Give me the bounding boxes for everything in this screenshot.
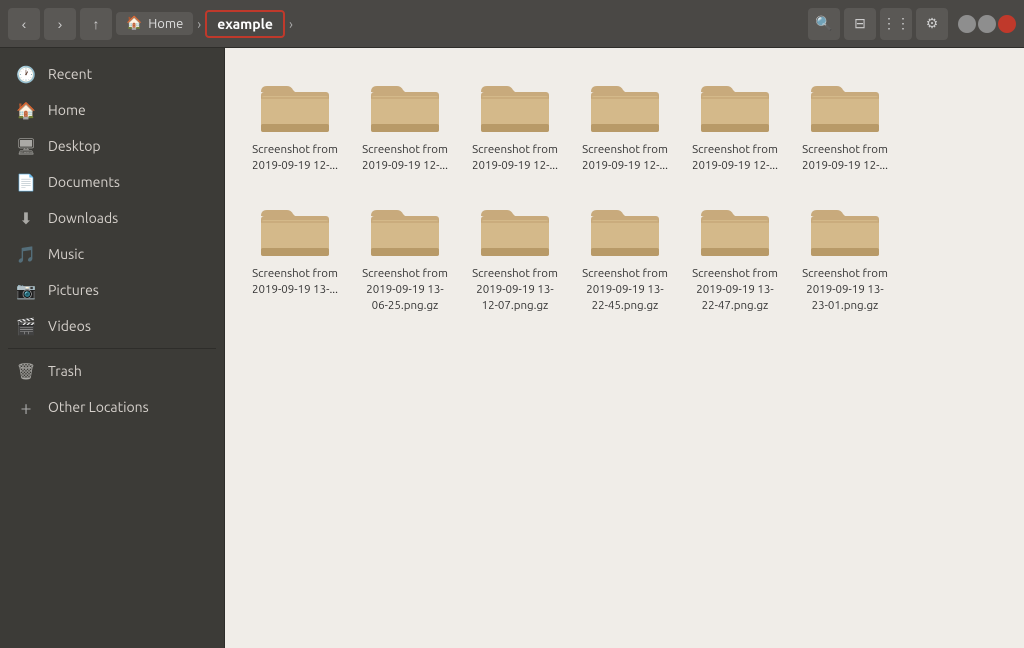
search-button[interactable]: 🔍: [808, 8, 840, 40]
toolbar-right: 🔍 ⊟ ⋮⋮ ⚙: [808, 8, 1016, 40]
sidebar: 🕐 Recent 🏠 Home 🖥 Desktop 📄 Documents ⬇ …: [0, 48, 225, 648]
file-item[interactable]: Screenshot from 2019-09-19 12-...: [355, 68, 455, 182]
breadcrumb-end-arrow: ›: [289, 16, 293, 32]
file-label: Screenshot from 2019-09-19 13-...: [249, 266, 341, 298]
documents-icon: 📄: [16, 172, 36, 192]
maximize-button[interactable]: [978, 15, 996, 33]
file-area[interactable]: Screenshot from 2019-09-19 12-... Screen…: [225, 48, 1024, 648]
view-list-button[interactable]: ⊟: [844, 8, 876, 40]
sidebar-item-pictures[interactable]: 📷 Pictures: [0, 272, 224, 308]
file-item[interactable]: Screenshot from 2019-09-19 13-22-45.png.…: [575, 192, 675, 322]
file-grid: Screenshot from 2019-09-19 12-... Screen…: [245, 68, 1004, 322]
minimize-button[interactable]: [958, 15, 976, 33]
sidebar-label-recent: Recent: [48, 66, 92, 82]
file-item[interactable]: Screenshot from 2019-09-19 13-22-47.png.…: [685, 192, 785, 322]
videos-icon: 🎬: [16, 316, 36, 336]
other-locations-icon: +: [16, 397, 36, 417]
view-grid-button[interactable]: ⋮⋮: [880, 8, 912, 40]
file-item[interactable]: Screenshot from 2019-09-19 12-...: [245, 68, 345, 182]
folder-icon: [259, 76, 331, 136]
breadcrumb-current[interactable]: example: [205, 10, 285, 38]
file-label: Screenshot from 2019-09-19 12-...: [799, 142, 891, 174]
sidebar-label-documents: Documents: [48, 174, 120, 190]
sidebar-item-other-locations[interactable]: + Other Locations: [0, 389, 224, 425]
back-button[interactable]: ‹: [8, 8, 40, 40]
sidebar-item-music[interactable]: 🎵 Music: [0, 236, 224, 272]
breadcrumb-home[interactable]: 🏠 Home: [116, 12, 193, 35]
file-item[interactable]: Screenshot from 2019-09-19 13-12-07.png.…: [465, 192, 565, 322]
recent-icon: 🕐: [16, 64, 36, 84]
sidebar-label-home: Home: [48, 102, 86, 118]
folder-icon: [479, 200, 551, 260]
file-label: Screenshot from 2019-09-19 12-...: [469, 142, 561, 174]
back-icon: ‹: [22, 16, 27, 32]
sidebar-label-pictures: Pictures: [48, 282, 99, 298]
file-item[interactable]: Screenshot from 2019-09-19 13-...: [245, 192, 345, 322]
sidebar-item-recent[interactable]: 🕐 Recent: [0, 56, 224, 92]
folder-icon: [259, 200, 331, 260]
file-label: Screenshot from 2019-09-19 12-...: [359, 142, 451, 174]
sidebar-item-videos[interactable]: 🎬 Videos: [0, 308, 224, 344]
folder-icon: [479, 76, 551, 136]
file-item[interactable]: Screenshot from 2019-09-19 13-23-01.png.…: [795, 192, 895, 322]
sidebar-item-documents[interactable]: 📄 Documents: [0, 164, 224, 200]
sidebar-label-other-locations: Other Locations: [48, 399, 149, 415]
search-icon: 🔍: [815, 15, 832, 32]
file-label: Screenshot from 2019-09-19 13-23-01.png.…: [799, 266, 891, 314]
sidebar-item-trash[interactable]: 🗑 Trash: [0, 353, 224, 389]
folder-icon: [809, 200, 881, 260]
file-item[interactable]: Screenshot from 2019-09-19 12-...: [795, 68, 895, 182]
sidebar-label-trash: Trash: [48, 363, 82, 379]
up-button[interactable]: ↑: [80, 8, 112, 40]
pictures-icon: 📷: [16, 280, 36, 300]
view-list-icon: ⊟: [854, 15, 866, 32]
main-area: 🕐 Recent 🏠 Home 🖥 Desktop 📄 Documents ⬇ …: [0, 48, 1024, 648]
toolbar: ‹ › ↑ 🏠 Home › example › 🔍 ⊟ ⋮⋮ ⚙: [0, 0, 1024, 48]
forward-icon: ›: [58, 16, 63, 32]
file-item[interactable]: Screenshot from 2019-09-19 12-...: [465, 68, 565, 182]
file-item[interactable]: Screenshot from 2019-09-19 12-...: [685, 68, 785, 182]
file-label: Screenshot from 2019-09-19 12-...: [579, 142, 671, 174]
sidebar-label-downloads: Downloads: [48, 210, 118, 226]
file-label: Screenshot from 2019-09-19 12-...: [689, 142, 781, 174]
breadcrumb-separator: ›: [197, 16, 201, 32]
view-grid-icon: ⋮⋮: [882, 15, 910, 32]
settings-button[interactable]: ⚙: [916, 8, 948, 40]
folder-icon: [369, 200, 441, 260]
file-label: Screenshot from 2019-09-19 13-22-47.png.…: [689, 266, 781, 314]
breadcrumb-home-label: Home: [148, 17, 183, 31]
folder-icon: [369, 76, 441, 136]
file-label: Screenshot from 2019-09-19 13-22-45.png.…: [579, 266, 671, 314]
file-item[interactable]: Screenshot from 2019-09-19 12-...: [575, 68, 675, 182]
file-item[interactable]: Screenshot from 2019-09-19 13-06-25.png.…: [355, 192, 455, 322]
sidebar-label-desktop: Desktop: [48, 138, 101, 154]
sidebar-item-downloads[interactable]: ⬇ Downloads: [0, 200, 224, 236]
folder-icon: [699, 200, 771, 260]
folder-icon: [809, 76, 881, 136]
sidebar-item-desktop[interactable]: 🖥 Desktop: [0, 128, 224, 164]
file-label: Screenshot from 2019-09-19 13-12-07.png.…: [469, 266, 561, 314]
sidebar-label-videos: Videos: [48, 318, 91, 334]
sidebar-item-home[interactable]: 🏠 Home: [0, 92, 224, 128]
up-icon: ↑: [93, 16, 100, 32]
desktop-icon: 🖥: [16, 136, 36, 156]
breadcrumb: ↑ 🏠 Home › example ›: [80, 8, 804, 40]
folder-icon: [589, 76, 661, 136]
settings-icon: ⚙: [926, 15, 939, 32]
music-icon: 🎵: [16, 244, 36, 264]
folder-icon: [699, 76, 771, 136]
forward-button[interactable]: ›: [44, 8, 76, 40]
sidebar-label-music: Music: [48, 246, 84, 262]
close-button[interactable]: [998, 15, 1016, 33]
downloads-icon: ⬇: [16, 208, 36, 228]
file-label: Screenshot from 2019-09-19 12-...: [249, 142, 341, 174]
file-label: Screenshot from 2019-09-19 13-06-25.png.…: [359, 266, 451, 314]
window-controls: [958, 15, 1016, 33]
sidebar-divider: [8, 348, 216, 349]
home-icon: 🏠: [126, 16, 142, 31]
home-sidebar-icon: 🏠: [16, 100, 36, 120]
trash-icon: 🗑: [16, 361, 36, 381]
folder-icon: [589, 200, 661, 260]
